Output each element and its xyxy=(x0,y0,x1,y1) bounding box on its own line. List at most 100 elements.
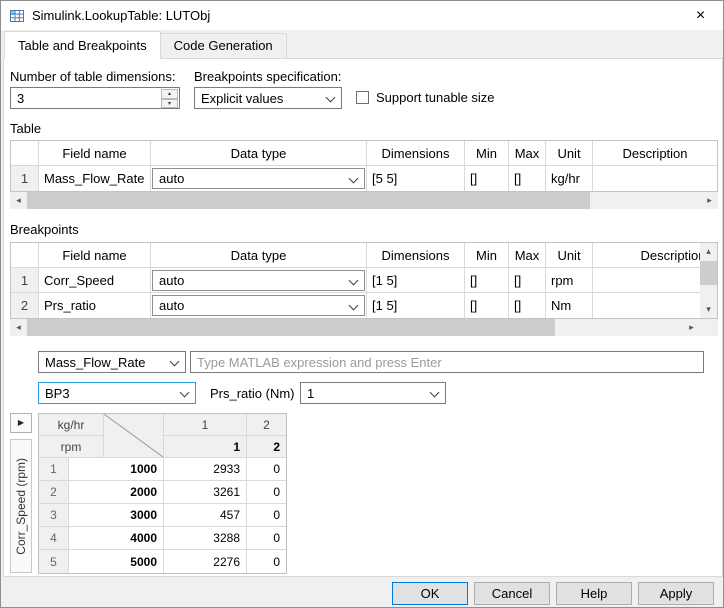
breakpoints-vertical-scrollbar[interactable]: ▴ ▾ xyxy=(700,243,717,318)
page-dimension-value: 1 xyxy=(307,386,315,401)
dimensions-cell[interactable]: [5 5] xyxy=(367,166,465,191)
min-cell[interactable]: [] xyxy=(465,293,509,318)
header-unit: Unit xyxy=(546,141,593,166)
scrollbar-corner xyxy=(700,319,718,336)
row-breakpoint-cell[interactable]: 3000 xyxy=(69,504,164,527)
breakpoints-row: 1 Corr_Speed auto [1 5] [] [] rpm xyxy=(11,268,700,293)
page-dimension-label: Prs_ratio (Nm) xyxy=(210,386,295,401)
spinner-up-icon[interactable]: ▴ xyxy=(161,89,178,99)
ok-button[interactable]: OK xyxy=(392,581,468,605)
min-cell[interactable]: [] xyxy=(465,166,509,191)
description-cell[interactable] xyxy=(593,293,700,318)
dimensions-cell[interactable]: [1 5] xyxy=(367,268,465,293)
table-fields-table: Field name Data type Dimensions Min Max … xyxy=(10,140,718,192)
scrollbar-thumb[interactable] xyxy=(700,261,717,285)
header-min: Min xyxy=(465,243,509,268)
button-bar: OK Cancel Help Apply xyxy=(1,577,723,607)
data-type-dropdown[interactable]: auto xyxy=(152,168,365,189)
unit-cell[interactable]: Nm xyxy=(546,293,593,318)
field-name-cell[interactable]: Prs_ratio xyxy=(39,293,151,318)
header-dimensions: Dimensions xyxy=(367,243,465,268)
breakpoints-horizontal-scrollbar[interactable]: ◂ ▸ xyxy=(10,319,700,336)
spinner-down-icon[interactable]: ▾ xyxy=(161,99,178,108)
grid-row: 5 5000 2276 0 xyxy=(39,550,286,573)
table-value-cell[interactable]: 0 xyxy=(247,504,286,527)
scroll-left-icon[interactable]: ◂ xyxy=(10,319,27,336)
expand-pane-button[interactable]: ▶ xyxy=(10,413,32,433)
row-index: 4 xyxy=(39,527,69,550)
table-value-cell[interactable]: 0 xyxy=(247,527,286,550)
page-dimension-dropdown[interactable]: 1 xyxy=(300,382,446,404)
tab-page: Number of table dimensions: 3 ▴ ▾ Breakp… xyxy=(3,58,723,577)
max-cell[interactable]: [] xyxy=(509,293,546,318)
row-breakpoint-cell[interactable]: 5000 xyxy=(69,550,164,573)
column-breakpoint-cell[interactable]: 1 xyxy=(164,436,246,457)
field-selector-dropdown[interactable]: Mass_Flow_Rate xyxy=(38,351,186,373)
dimensions-spinner[interactable]: 3 ▴ ▾ xyxy=(10,87,180,109)
tab-code-generation[interactable]: Code Generation xyxy=(159,33,287,58)
table-value-cell[interactable]: 2933 xyxy=(164,458,247,481)
row-index[interactable]: 1 xyxy=(11,166,39,191)
unit-cell[interactable]: rpm xyxy=(546,268,593,293)
grid-header: kg/hr rpm 1 1 2 2 xyxy=(39,414,286,458)
table-value-cell[interactable]: 0 xyxy=(247,481,286,504)
min-cell[interactable]: [] xyxy=(465,268,509,293)
max-cell[interactable]: [] xyxy=(509,268,546,293)
header-description: Description xyxy=(593,243,700,268)
row-index[interactable]: 1 xyxy=(11,268,39,293)
cancel-button[interactable]: Cancel xyxy=(474,581,550,605)
scroll-left-icon[interactable]: ◂ xyxy=(10,192,27,209)
apply-button[interactable]: Apply xyxy=(638,581,714,605)
chevron-down-icon xyxy=(325,92,336,103)
field-name-cell[interactable]: Corr_Speed xyxy=(39,268,151,293)
grid-row: 1 1000 2933 0 xyxy=(39,458,286,481)
row-breakpoint-cell[interactable]: 4000 xyxy=(69,527,164,550)
grid-column-header: 1 1 xyxy=(164,414,247,458)
close-button[interactable]: × xyxy=(678,1,723,30)
lookup-table-dialog: Simulink.LookupTable: LUTObj × Table and… xyxy=(0,0,724,608)
row-breakpoint-unit-label: rpm xyxy=(60,439,82,454)
header-blank xyxy=(11,141,39,166)
field-name-cell[interactable]: Mass_Flow_Rate xyxy=(39,166,151,191)
data-type-value: auto xyxy=(159,298,185,313)
row-breakpoint-cell[interactable]: 2000 xyxy=(69,481,164,504)
column-breakpoint-cell[interactable]: 2 xyxy=(247,436,286,457)
tunable-size-checkbox[interactable] xyxy=(356,91,369,104)
description-cell[interactable] xyxy=(593,166,717,191)
scrollbar-thumb[interactable] xyxy=(27,319,555,336)
scrollbar-thumb[interactable] xyxy=(27,192,590,209)
expression-input[interactable] xyxy=(190,351,704,373)
scroll-down-icon[interactable]: ▾ xyxy=(700,301,717,318)
table-value-cell[interactable]: 3261 xyxy=(164,481,247,504)
chevron-down-icon xyxy=(169,356,180,367)
table-value-cell[interactable]: 457 xyxy=(164,504,247,527)
table-value-cell[interactable]: 0 xyxy=(247,458,286,481)
scroll-up-icon[interactable]: ▴ xyxy=(700,243,717,260)
breakpoints-row: 2 Prs_ratio auto [1 5] [] [] Nm xyxy=(11,293,700,318)
data-type-dropdown[interactable]: auto xyxy=(152,295,365,316)
help-button[interactable]: Help xyxy=(556,581,632,605)
tab-table-and-breakpoints[interactable]: Table and Breakpoints xyxy=(4,31,161,59)
field-selector-value: Mass_Flow_Rate xyxy=(45,355,146,370)
description-cell[interactable] xyxy=(593,268,700,293)
row-index[interactable]: 2 xyxy=(11,293,39,318)
chevron-down-icon xyxy=(348,300,359,311)
unit-cell[interactable]: kg/hr xyxy=(546,166,593,191)
breakpoints-spec-dropdown[interactable]: Explicit values xyxy=(194,87,342,109)
scroll-right-icon[interactable]: ▸ xyxy=(701,192,718,209)
breakpoint-selector-dropdown[interactable]: BP3 xyxy=(38,382,196,404)
dimensions-cell[interactable]: [1 5] xyxy=(367,293,465,318)
header-data-type: Data type xyxy=(151,141,367,166)
header-max: Max xyxy=(509,243,546,268)
data-type-cell: auto xyxy=(151,293,367,318)
table-value-cell[interactable]: 2276 xyxy=(164,550,247,573)
data-type-dropdown[interactable]: auto xyxy=(152,269,365,291)
scroll-right-icon[interactable]: ▸ xyxy=(683,319,700,336)
row-breakpoint-cell[interactable]: 1000 xyxy=(69,458,164,481)
table-value-cell[interactable]: 3288 xyxy=(164,527,247,550)
breakpoints-table-viewport: Field name Data type Dimensions Min Max … xyxy=(11,243,700,318)
table-horizontal-scrollbar[interactable]: ◂ ▸ xyxy=(10,192,718,209)
table-value-cell[interactable]: 0 xyxy=(247,550,286,573)
title-bar: Simulink.LookupTable: LUTObj × xyxy=(1,1,723,30)
max-cell[interactable]: [] xyxy=(509,166,546,191)
